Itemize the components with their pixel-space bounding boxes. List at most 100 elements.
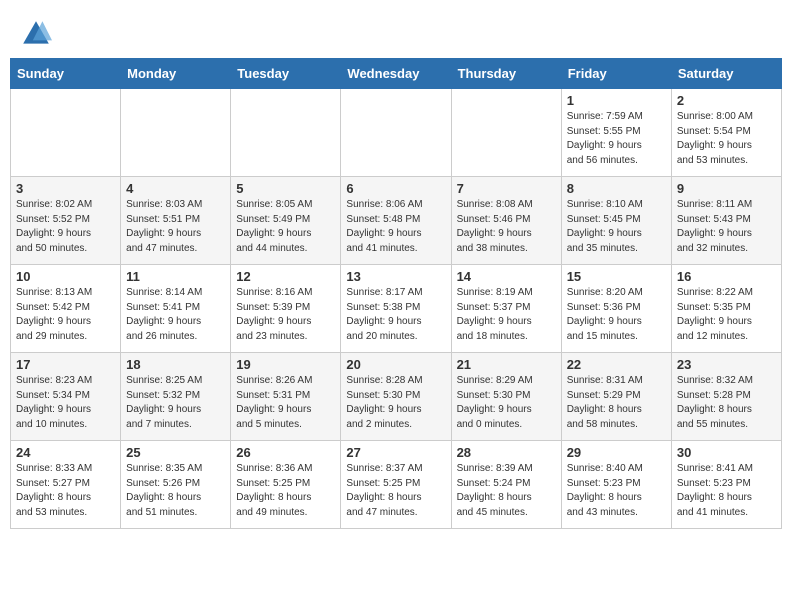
day-detail: Sunrise: 8:08 AM Sunset: 5:46 PM Dayligh… bbox=[457, 198, 556, 256]
day-number: 2 bbox=[677, 93, 776, 108]
day-detail: Sunrise: 8:17 AM Sunset: 5:38 PM Dayligh… bbox=[346, 286, 445, 344]
calendar-cell-w1d4 bbox=[341, 89, 451, 177]
calendar-cell-w1d3 bbox=[231, 89, 341, 177]
day-number: 27 bbox=[346, 445, 445, 460]
day-number: 7 bbox=[457, 181, 556, 196]
day-number: 14 bbox=[457, 269, 556, 284]
logo bbox=[20, 18, 56, 50]
day-detail: Sunrise: 8:26 AM Sunset: 5:31 PM Dayligh… bbox=[236, 374, 335, 432]
day-number: 28 bbox=[457, 445, 556, 460]
weekday-header-monday: Monday bbox=[121, 59, 231, 89]
day-detail: Sunrise: 8:20 AM Sunset: 5:36 PM Dayligh… bbox=[567, 286, 666, 344]
day-number: 8 bbox=[567, 181, 666, 196]
calendar-cell-w3d6: 15 Sunrise: 8:20 AM Sunset: 5:36 PM Dayli… bbox=[561, 265, 671, 353]
day-detail: Sunrise: 8:16 AM Sunset: 5:39 PM Dayligh… bbox=[236, 286, 335, 344]
calendar-cell-w4d1: 17 Sunrise: 8:23 AM Sunset: 5:34 PM Dayli… bbox=[11, 353, 121, 441]
calendar-cell-w4d3: 19Sunrise: 8:26 AM Sunset: 5:31 PM Dayli… bbox=[231, 353, 341, 441]
calendar-table: SundayMondayTuesdayWednesdayThursdayFrid… bbox=[10, 58, 782, 529]
day-number: 12 bbox=[236, 269, 335, 284]
day-detail: Sunrise: 8:36 AM Sunset: 5:25 PM Dayligh… bbox=[236, 462, 335, 520]
calendar-cell-w1d1 bbox=[11, 89, 121, 177]
day-number: 26 bbox=[236, 445, 335, 460]
calendar-cell-w1d2 bbox=[121, 89, 231, 177]
weekday-header-tuesday: Tuesday bbox=[231, 59, 341, 89]
calendar-cell-w3d3: 12 Sunrise: 8:16 AM Sunset: 5:39 PM Dayli… bbox=[231, 265, 341, 353]
day-detail: Sunrise: 8:23 AM Sunset: 5:34 PM Dayligh… bbox=[16, 374, 115, 432]
day-number: 18 bbox=[126, 357, 225, 372]
day-number: 11 bbox=[126, 269, 225, 284]
calendar-week-3: 10Sunrise: 8:13 AM Sunset: 5:42 PM Dayli… bbox=[11, 265, 782, 353]
calendar-cell-w3d4: 13Sunrise: 8:17 AM Sunset: 5:38 PM Dayli… bbox=[341, 265, 451, 353]
calendar-container: SundayMondayTuesdayWednesdayThursdayFrid… bbox=[0, 58, 792, 539]
header bbox=[0, 0, 792, 58]
calendar-cell-w4d5: 21 Sunrise: 8:29 AM Sunset: 5:30 PM Dayli… bbox=[451, 353, 561, 441]
day-number: 21 bbox=[457, 357, 556, 372]
day-detail: Sunrise: 8:28 AM Sunset: 5:30 PM Dayligh… bbox=[346, 374, 445, 432]
page: SundayMondayTuesdayWednesdayThursdayFrid… bbox=[0, 0, 792, 539]
calendar-week-4: 17 Sunrise: 8:23 AM Sunset: 5:34 PM Dayli… bbox=[11, 353, 782, 441]
day-number: 25 bbox=[126, 445, 225, 460]
calendar-cell-w5d5: 28Sunrise: 8:39 AM Sunset: 5:24 PM Dayli… bbox=[451, 441, 561, 529]
calendar-cell-w5d1: 24 Sunrise: 8:33 AM Sunset: 5:27 PM Dayli… bbox=[11, 441, 121, 529]
calendar-cell-w5d3: 26 Sunrise: 8:36 AM Sunset: 5:25 PM Dayli… bbox=[231, 441, 341, 529]
day-detail: Sunrise: 8:41 AM Sunset: 5:23 PM Dayligh… bbox=[677, 462, 776, 520]
day-number: 9 bbox=[677, 181, 776, 196]
weekday-header-saturday: Saturday bbox=[671, 59, 781, 89]
day-number: 15 bbox=[567, 269, 666, 284]
day-number: 30 bbox=[677, 445, 776, 460]
calendar-cell-w2d6: 8 Sunrise: 8:10 AM Sunset: 5:45 PM Daylig… bbox=[561, 177, 671, 265]
calendar-cell-w1d6: 1Sunrise: 7:59 AM Sunset: 5:55 PM Daylig… bbox=[561, 89, 671, 177]
day-detail: Sunrise: 8:06 AM Sunset: 5:48 PM Dayligh… bbox=[346, 198, 445, 256]
day-number: 20 bbox=[346, 357, 445, 372]
calendar-week-2: 3Sunrise: 8:02 AM Sunset: 5:52 PM Daylig… bbox=[11, 177, 782, 265]
calendar-cell-w2d5: 7 Sunrise: 8:08 AM Sunset: 5:46 PM Daylig… bbox=[451, 177, 561, 265]
calendar-cell-w4d4: 20 Sunrise: 8:28 AM Sunset: 5:30 PM Dayli… bbox=[341, 353, 451, 441]
calendar-cell-w2d3: 5Sunrise: 8:05 AM Sunset: 5:49 PM Daylig… bbox=[231, 177, 341, 265]
calendar-cell-w2d7: 9 Sunrise: 8:11 AM Sunset: 5:43 PM Daylig… bbox=[671, 177, 781, 265]
day-detail: Sunrise: 8:25 AM Sunset: 5:32 PM Dayligh… bbox=[126, 374, 225, 432]
calendar-cell-w5d4: 27 Sunrise: 8:37 AM Sunset: 5:25 PM Dayli… bbox=[341, 441, 451, 529]
calendar-cell-w5d6: 29Sunrise: 8:40 AM Sunset: 5:23 PM Dayli… bbox=[561, 441, 671, 529]
day-detail: Sunrise: 8:00 AM Sunset: 5:54 PM Dayligh… bbox=[677, 110, 776, 168]
calendar-cell-w2d4: 6Sunrise: 8:06 AM Sunset: 5:48 PM Daylig… bbox=[341, 177, 451, 265]
calendar-cell-w5d7: 30 Sunrise: 8:41 AM Sunset: 5:23 PM Dayli… bbox=[671, 441, 781, 529]
weekday-header-friday: Friday bbox=[561, 59, 671, 89]
day-detail: Sunrise: 8:10 AM Sunset: 5:45 PM Dayligh… bbox=[567, 198, 666, 256]
calendar-cell-w3d5: 14 Sunrise: 8:19 AM Sunset: 5:37 PM Dayli… bbox=[451, 265, 561, 353]
calendar-cell-w3d7: 16 Sunrise: 8:22 AM Sunset: 5:35 PM Dayli… bbox=[671, 265, 781, 353]
day-detail: Sunrise: 8:22 AM Sunset: 5:35 PM Dayligh… bbox=[677, 286, 776, 344]
day-detail: Sunrise: 8:03 AM Sunset: 5:51 PM Dayligh… bbox=[126, 198, 225, 256]
calendar-cell-w3d1: 10Sunrise: 8:13 AM Sunset: 5:42 PM Dayli… bbox=[11, 265, 121, 353]
day-detail: Sunrise: 8:37 AM Sunset: 5:25 PM Dayligh… bbox=[346, 462, 445, 520]
day-number: 10 bbox=[16, 269, 115, 284]
weekday-header-sunday: Sunday bbox=[11, 59, 121, 89]
day-detail: Sunrise: 8:33 AM Sunset: 5:27 PM Dayligh… bbox=[16, 462, 115, 520]
weekday-header-wednesday: Wednesday bbox=[341, 59, 451, 89]
day-detail: Sunrise: 8:32 AM Sunset: 5:28 PM Dayligh… bbox=[677, 374, 776, 432]
calendar-cell-w3d2: 11 Sunrise: 8:14 AM Sunset: 5:41 PM Dayli… bbox=[121, 265, 231, 353]
day-detail: Sunrise: 8:19 AM Sunset: 5:37 PM Dayligh… bbox=[457, 286, 556, 344]
calendar-cell-w1d5 bbox=[451, 89, 561, 177]
calendar-header: SundayMondayTuesdayWednesdayThursdayFrid… bbox=[11, 59, 782, 89]
calendar-cell-w4d2: 18 Sunrise: 8:25 AM Sunset: 5:32 PM Dayli… bbox=[121, 353, 231, 441]
day-detail: Sunrise: 8:29 AM Sunset: 5:30 PM Dayligh… bbox=[457, 374, 556, 432]
logo-icon bbox=[20, 18, 52, 50]
calendar-cell-w1d7: 2 Sunrise: 8:00 AM Sunset: 5:54 PM Daylig… bbox=[671, 89, 781, 177]
day-detail: Sunrise: 8:35 AM Sunset: 5:26 PM Dayligh… bbox=[126, 462, 225, 520]
day-number: 22 bbox=[567, 357, 666, 372]
day-detail: Sunrise: 8:05 AM Sunset: 5:49 PM Dayligh… bbox=[236, 198, 335, 256]
calendar-cell-w4d6: 22 Sunrise: 8:31 AM Sunset: 5:29 PM Dayli… bbox=[561, 353, 671, 441]
day-detail: Sunrise: 8:31 AM Sunset: 5:29 PM Dayligh… bbox=[567, 374, 666, 432]
day-number: 1 bbox=[567, 93, 666, 108]
calendar-week-1: 1Sunrise: 7:59 AM Sunset: 5:55 PM Daylig… bbox=[11, 89, 782, 177]
day-number: 24 bbox=[16, 445, 115, 460]
calendar-cell-w2d1: 3Sunrise: 8:02 AM Sunset: 5:52 PM Daylig… bbox=[11, 177, 121, 265]
calendar-cell-w4d7: 23Sunrise: 8:32 AM Sunset: 5:28 PM Dayli… bbox=[671, 353, 781, 441]
day-number: 17 bbox=[16, 357, 115, 372]
day-number: 4 bbox=[126, 181, 225, 196]
day-number: 16 bbox=[677, 269, 776, 284]
day-detail: Sunrise: 8:14 AM Sunset: 5:41 PM Dayligh… bbox=[126, 286, 225, 344]
day-detail: Sunrise: 8:11 AM Sunset: 5:43 PM Dayligh… bbox=[677, 198, 776, 256]
calendar-body: 1Sunrise: 7:59 AM Sunset: 5:55 PM Daylig… bbox=[11, 89, 782, 529]
day-number: 29 bbox=[567, 445, 666, 460]
